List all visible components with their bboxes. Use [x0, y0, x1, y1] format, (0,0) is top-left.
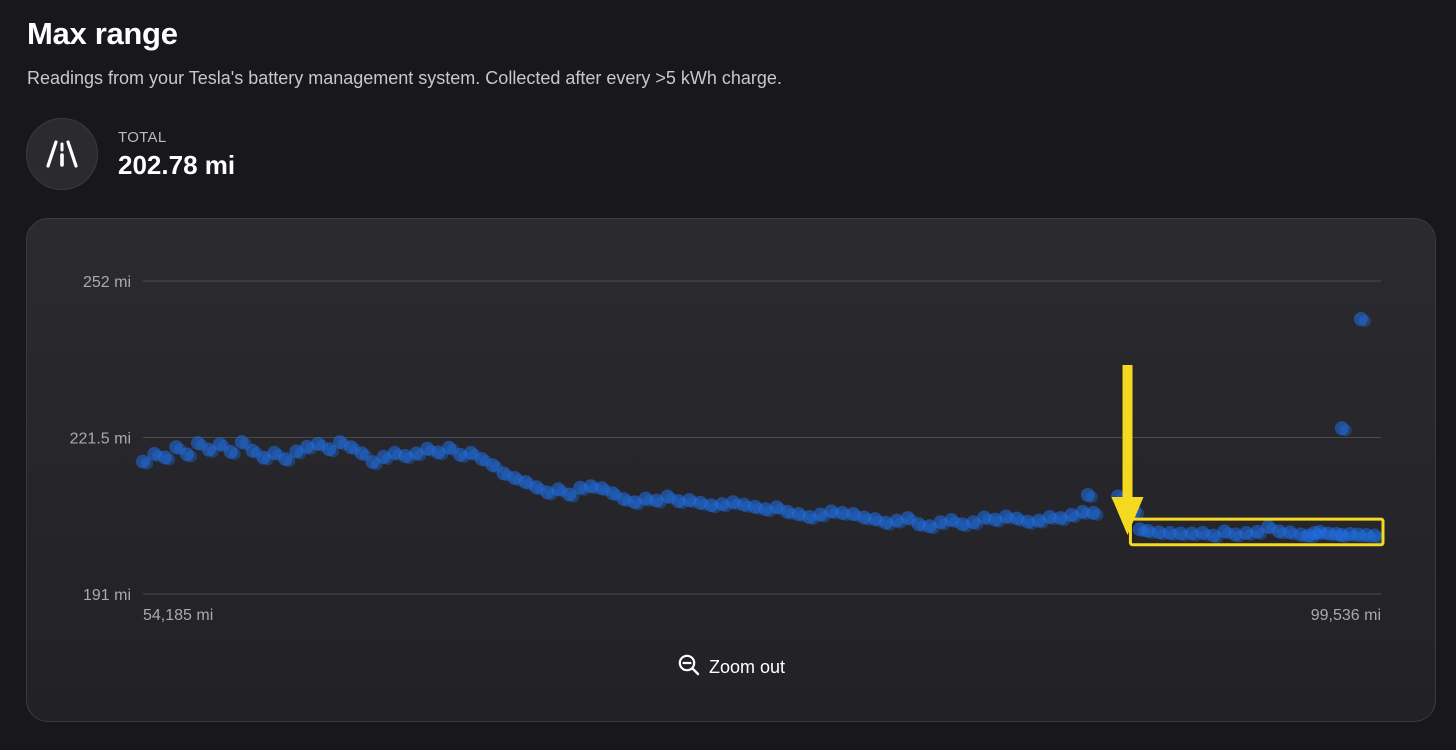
chart-card: 252 mi 221.5 mi 191 mi 54,185 mi 99,536 mi Z… — [26, 218, 1436, 722]
page-title: Max range — [27, 16, 178, 51]
stat-value: 202.78 mi — [118, 150, 236, 180]
data-point — [163, 453, 176, 466]
data-point — [1339, 424, 1352, 437]
stat-label: TOTAL — [118, 129, 167, 146]
zoom-out-icon — [677, 653, 701, 682]
road-icon — [26, 118, 98, 190]
page: Max range Readings from your Tesla's bat… — [0, 0, 1456, 750]
y-tick-label: 221.5 mi — [70, 431, 131, 448]
zoom-out-button[interactable]: Zoom out — [27, 653, 1435, 682]
data-point — [1358, 315, 1371, 327]
data-point — [1085, 491, 1098, 503]
page-subtitle: Readings from your Tesla's battery manag… — [27, 68, 782, 88]
x-tick-label: 99,536 mi — [1311, 607, 1381, 624]
zoom-out-label: Zoom out — [708, 657, 786, 677]
x-tick-label: 54,185 mi — [143, 607, 213, 624]
data-point — [185, 450, 198, 463]
y-tick-label: 252 mi — [83, 274, 131, 291]
data-point — [228, 447, 241, 460]
data-point — [1091, 508, 1104, 521]
y-tick-label: 191 mi — [83, 587, 131, 604]
total-stat: TOTAL 202.78 mi — [26, 118, 235, 190]
max-range-scatter-chart: 252 mi 221.5 mi 191 mi 54,185 mi 99,536 mi — [70, 274, 1385, 624]
